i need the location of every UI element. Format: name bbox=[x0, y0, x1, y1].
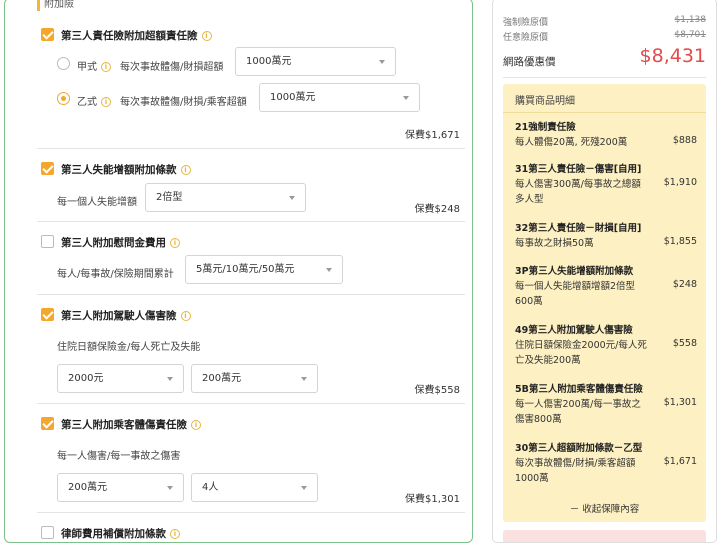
chevron-down-icon bbox=[379, 60, 385, 64]
passenger-injury-amount-select[interactable]: 200萬元 bbox=[57, 473, 184, 502]
collapse-coverage-button[interactable]: － 收起保障內容 bbox=[503, 501, 706, 515]
info-icon[interactable]: i bbox=[170, 238, 180, 248]
driver-injury-premium: 保費$558 bbox=[414, 385, 460, 396]
passenger-injury-count-select[interactable]: 4人 bbox=[191, 473, 318, 502]
info-icon[interactable]: i bbox=[170, 529, 180, 539]
info-icon[interactable]: i bbox=[191, 420, 201, 430]
passenger-injury-title: 第三人附加乘客體傷責任險 i bbox=[61, 417, 201, 432]
chevron-down-icon bbox=[403, 96, 409, 100]
option-a-desc: 每次事故體傷/財損超額 bbox=[120, 62, 224, 73]
chevron-down-icon bbox=[301, 377, 307, 381]
divider bbox=[37, 512, 465, 513]
passenger-injury-label: 每一人傷害/每一事故之傷害 bbox=[57, 451, 181, 462]
chevron-down-icon bbox=[167, 486, 173, 490]
list-item: 3P第三人失能增額附加條款 每一個人失能增額增額2倍型600萬 $248 bbox=[515, 266, 697, 307]
info-icon[interactable]: i bbox=[201, 31, 212, 41]
compulsory-original-price: $1,138 bbox=[674, 15, 707, 25]
divider bbox=[503, 112, 706, 113]
option-b-radio[interactable] bbox=[57, 92, 70, 105]
info-icon[interactable]: i bbox=[101, 62, 111, 72]
disability-increase-select[interactable]: 2倍型 bbox=[145, 183, 306, 212]
condolence-select[interactable]: 5萬元/10萬元/50萬元 bbox=[185, 255, 343, 284]
disability-increase-label: 每一個人失能增額 bbox=[57, 197, 137, 208]
divider bbox=[37, 221, 465, 222]
chevron-down-icon bbox=[289, 196, 295, 200]
option-a-amount-select[interactable]: 1000萬元 bbox=[235, 47, 396, 76]
divider bbox=[503, 77, 706, 78]
option-b-amount-select[interactable]: 1000萬元 bbox=[259, 83, 420, 112]
driver-injury-checkbox[interactable] bbox=[41, 308, 54, 321]
chevron-down-icon bbox=[301, 486, 307, 490]
driver-injury-label: 住院日額保險金/每人死亡及失能 bbox=[57, 342, 201, 353]
list-item: 30第三人超額附加條款－乙型 每次事故體傷/財損/乘客超額1000萬 $1,67… bbox=[515, 443, 697, 484]
compulsory-label: 強制險原價 bbox=[503, 18, 549, 28]
condolence-checkbox[interactable] bbox=[41, 235, 54, 248]
option-a-radio[interactable] bbox=[57, 57, 70, 70]
excess-liability-checkbox[interactable] bbox=[41, 28, 54, 41]
passenger-injury-premium: 保費$1,301 bbox=[405, 494, 460, 505]
purchase-detail-box: 購買商品明細 21強制責任險 每人體傷20萬, 死殘200萬 $888 31第三… bbox=[503, 84, 706, 522]
info-icon[interactable]: i bbox=[180, 165, 191, 175]
passenger-injury-checkbox[interactable] bbox=[41, 417, 54, 430]
info-icon[interactable]: i bbox=[101, 97, 111, 107]
net-price-label: 網路優惠價 bbox=[503, 56, 556, 68]
option-a-label: 甲式 i bbox=[77, 58, 111, 73]
chevron-down-icon bbox=[326, 268, 332, 272]
coverage-form-panel: 附加險 第三人責任險附加超額責任險 i 甲式 i 每次事故體傷/財損超額 1000萬… bbox=[4, 0, 473, 543]
chevron-down-icon bbox=[167, 377, 173, 381]
list-item: 49第三人附加駕駛人傷害險 住院日額保險金2000元/每人死亡及失能200萬 $… bbox=[515, 325, 697, 366]
promo-banner bbox=[503, 530, 706, 542]
list-item: 31第三人責任險－傷害[自用] 每人傷害300萬/每事故之總額多人型 $1,91… bbox=[515, 164, 697, 205]
excess-liability-premium: 保費$1,671 bbox=[405, 130, 460, 141]
section-tab: 附加險 bbox=[37, 0, 74, 11]
divider bbox=[37, 148, 465, 149]
disability-increase-premium: 保費$248 bbox=[414, 204, 460, 215]
info-icon[interactable]: i bbox=[180, 311, 191, 321]
net-price: $8,431 bbox=[639, 45, 706, 67]
disability-increase-checkbox[interactable] bbox=[41, 162, 54, 175]
price-summary-panel: 強制險原價 $1,138 任意險原價 $8,701 網路優惠價 $8,431 購… bbox=[492, 0, 717, 543]
voluntary-label: 任意險原價 bbox=[503, 33, 549, 43]
driver-injury-death-select[interactable]: 200萬元 bbox=[191, 364, 318, 393]
option-b-desc: 每次事故體傷/財損/乘客超額 bbox=[120, 97, 247, 108]
condolence-title: 第三人附加慰問金費用 i bbox=[61, 235, 180, 250]
list-item: 21強制責任險 每人體傷20萬, 死殘200萬 $888 bbox=[515, 122, 697, 148]
list-item: 5B第三人附加乘客體傷責任險 每一人傷害200萬/每一事故之傷害800萬 $1,… bbox=[515, 384, 697, 425]
driver-injury-daily-select[interactable]: 2000元 bbox=[57, 364, 184, 393]
divider bbox=[37, 294, 465, 295]
lawyer-fee-checkbox[interactable] bbox=[41, 526, 54, 539]
disability-increase-title: 第三人失能增額附加條款 i bbox=[61, 162, 191, 177]
divider bbox=[37, 403, 465, 404]
detail-title: 購買商品明細 bbox=[515, 96, 575, 107]
voluntary-original-price: $8,701 bbox=[674, 30, 707, 40]
driver-injury-title: 第三人附加駕駛人傷害險 i bbox=[61, 308, 191, 323]
excess-liability-title: 第三人責任險附加超額責任險 i bbox=[61, 28, 212, 43]
option-b-label: 乙式 i bbox=[77, 93, 111, 108]
list-item: 32第三人責任險－財損[自用] 每事故之財損50萬 $1,855 bbox=[515, 223, 697, 249]
condolence-label: 每人/每事故/保險期間累計 bbox=[57, 269, 174, 280]
